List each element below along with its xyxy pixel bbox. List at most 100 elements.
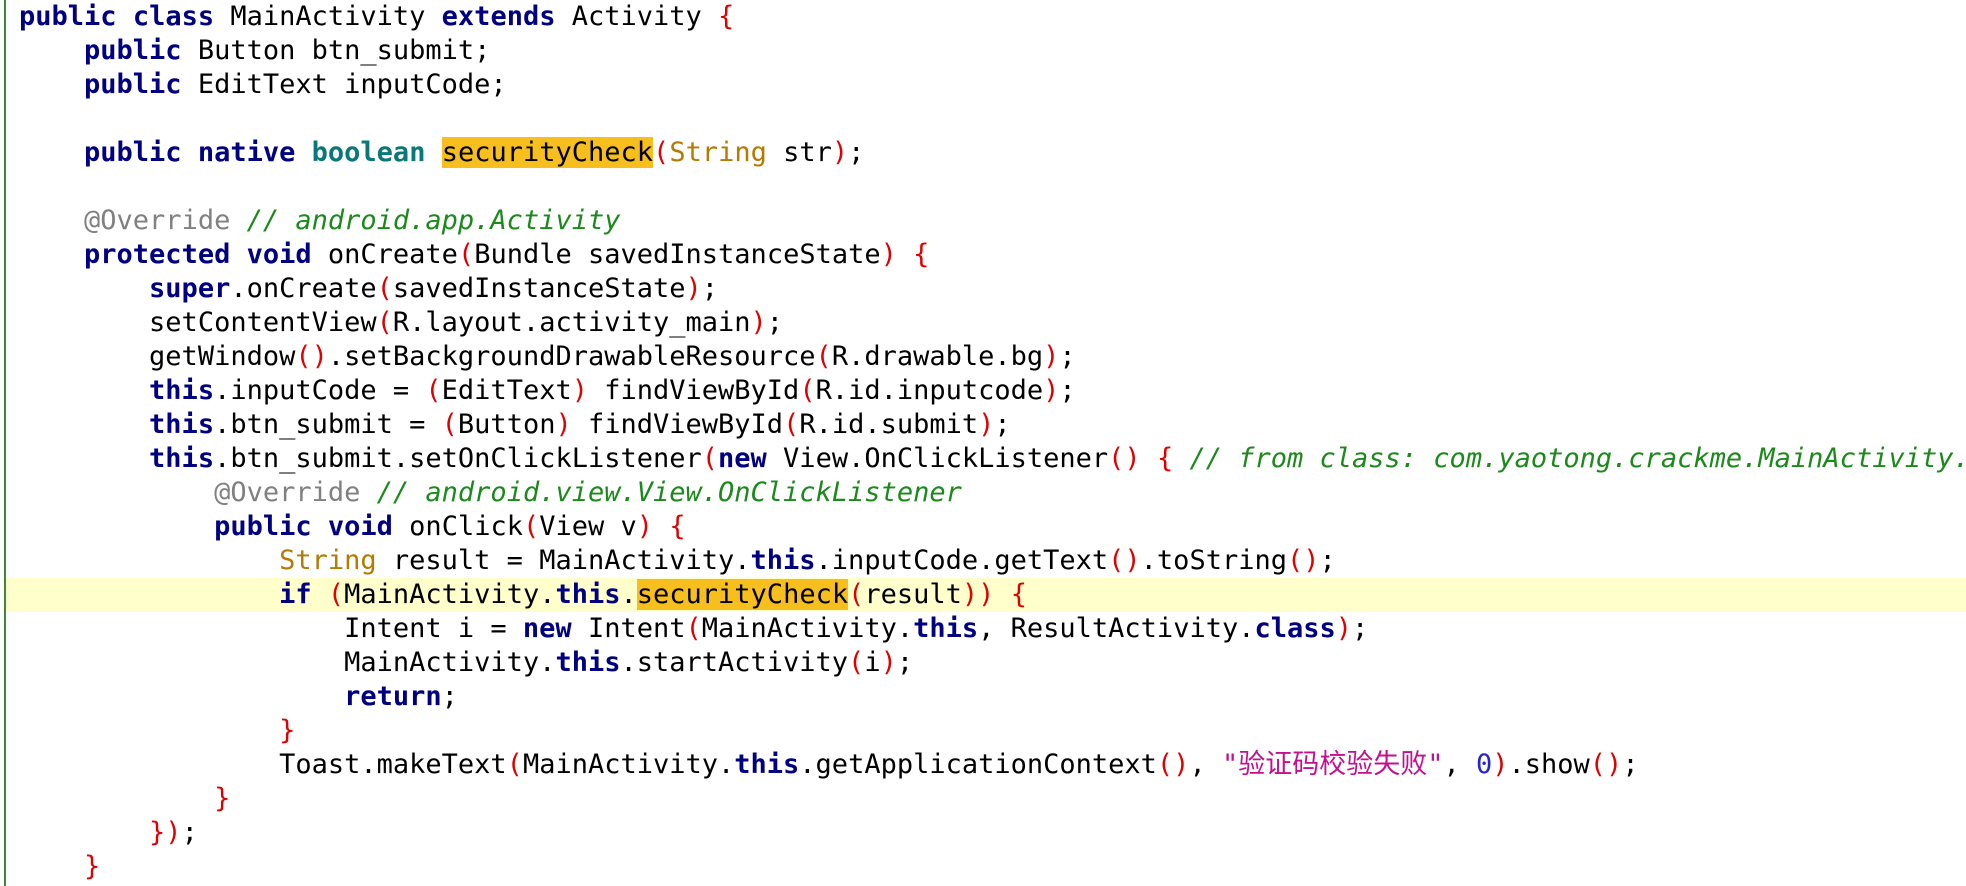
code-token: extends [441, 1, 556, 32]
code-token: ; [848, 137, 865, 168]
code-line[interactable]: super.onCreate(savedInstanceState); [19, 272, 1966, 306]
code-token: Toast.makeText [279, 749, 507, 780]
code-editor[interactable]: public class MainActivity extends Activi… [0, 0, 1966, 886]
code-token: R.id.inputcode [815, 375, 1044, 406]
code-token: ; [701, 273, 719, 304]
code-token: ( [441, 409, 458, 440]
code-line[interactable]: @Override // android.view.View.OnClickLi… [19, 476, 1966, 510]
code-token: ) [880, 239, 897, 270]
code-line[interactable]: MainActivity.this.startActivity(i); [19, 646, 1966, 680]
code-line[interactable]: Intent i = new Intent(MainActivity.this,… [19, 612, 1966, 646]
code-line[interactable] [19, 170, 1966, 204]
code-token: this [149, 443, 215, 474]
code-token: // from class: com.yaotong.crackme.MainA… [1173, 443, 1966, 474]
code-token: ; [766, 307, 784, 338]
code-token: MainActivity. [344, 647, 556, 678]
code-token: onCreate [311, 239, 458, 270]
code-line[interactable]: public class MainActivity extends Activi… [19, 0, 1966, 34]
code-token: String [669, 137, 767, 168]
code-token: ) [636, 511, 654, 542]
code-token: native [197, 137, 296, 168]
code-token: Button [457, 409, 556, 440]
code-token: 0 [1475, 749, 1493, 780]
code-line[interactable]: public native boolean securityCheck(Stri… [19, 136, 1966, 170]
code-line[interactable]: this.inputCode = (EditText) findViewById… [19, 374, 1966, 408]
code-token: class [1254, 613, 1336, 644]
code-token: .onCreate [230, 273, 377, 304]
search-match: securityCheck [636, 579, 849, 610]
code-token: , ResultActivity. [978, 613, 1255, 644]
code-token: ; [994, 409, 1011, 440]
code-line[interactable]: protected void onCreate(Bundle savedInst… [19, 238, 1966, 272]
code-token: this [750, 545, 816, 576]
code-token: ; [1319, 545, 1336, 576]
code-token: R.drawable.bg [831, 341, 1044, 372]
code-token: MainActivity. [522, 749, 735, 780]
code-token: ( [376, 273, 393, 304]
code-line[interactable]: Toast.makeText(MainActivity.this.getAppl… [19, 748, 1966, 782]
code-token: new [522, 613, 572, 644]
code-line[interactable]: } [19, 782, 1966, 816]
code-token: ) [750, 307, 767, 338]
code-token: , [1443, 749, 1476, 780]
code-token: this [555, 579, 621, 610]
code-area[interactable]: public class MainActivity extends Activi… [6, 0, 1966, 884]
code-line[interactable]: public void onClick(View v) { [19, 510, 1966, 544]
code-token: @Override [214, 477, 361, 508]
code-line[interactable]: public EditText inputCode; [19, 68, 1966, 102]
code-token: ( [425, 375, 442, 406]
code-token: ( [457, 239, 475, 270]
code-line[interactable]: public Button btn_submit; [19, 34, 1966, 68]
code-line[interactable]: }); [19, 816, 1966, 850]
code-token: public [84, 69, 182, 100]
code-line[interactable] [19, 102, 1966, 136]
gutter-line [4, 0, 6, 886]
code-token: R.id.submit [799, 409, 979, 440]
code-token: .show [1508, 749, 1590, 780]
code-line[interactable]: } [19, 714, 1966, 748]
code-token: .toString [1140, 545, 1287, 576]
code-token: str [766, 137, 832, 168]
code-token: public [84, 35, 182, 66]
code-token: .btn_submit = [214, 409, 442, 440]
code-token: getWindow [149, 341, 296, 372]
code-token: .btn_submit.setOnClickListener [214, 443, 702, 474]
code-token: this [149, 409, 215, 440]
code-line[interactable]: } [19, 850, 1966, 884]
code-token: savedInstanceState [392, 273, 686, 304]
code-token: this [913, 613, 979, 644]
code-line-current[interactable]: if (MainActivity.this.securityCheck(resu… [6, 578, 1966, 612]
code-token: "验证码校验失败" [1221, 749, 1444, 780]
code-line[interactable]: @Override // android.app.Activity [19, 204, 1966, 238]
code-token: ; [1352, 613, 1369, 644]
code-token: ( [815, 341, 832, 372]
code-line[interactable]: this.btn_submit = (Button) findViewById(… [19, 408, 1966, 442]
code-token: ( [799, 375, 816, 406]
code-token: findViewById [587, 375, 800, 406]
code-line[interactable]: setContentView(R.layout.activity_main); [19, 306, 1966, 340]
code-token: // android.app.Activity [230, 205, 621, 236]
code-line[interactable]: return; [19, 680, 1966, 714]
code-token: Intent [571, 613, 686, 644]
code-line[interactable]: String result = MainActivity.this.inputC… [19, 544, 1966, 578]
code-token: () [1108, 443, 1141, 474]
search-match: securityCheck [441, 137, 654, 168]
code-token: ( [783, 409, 800, 440]
code-token: ) [1043, 341, 1060, 372]
code-token: }) [149, 817, 182, 848]
code-token: () [1286, 545, 1320, 576]
code-line[interactable]: getWindow().setBackgroundDrawableResourc… [19, 340, 1966, 374]
code-line[interactable]: this.btn_submit.setOnClickListener(new V… [19, 442, 1966, 476]
